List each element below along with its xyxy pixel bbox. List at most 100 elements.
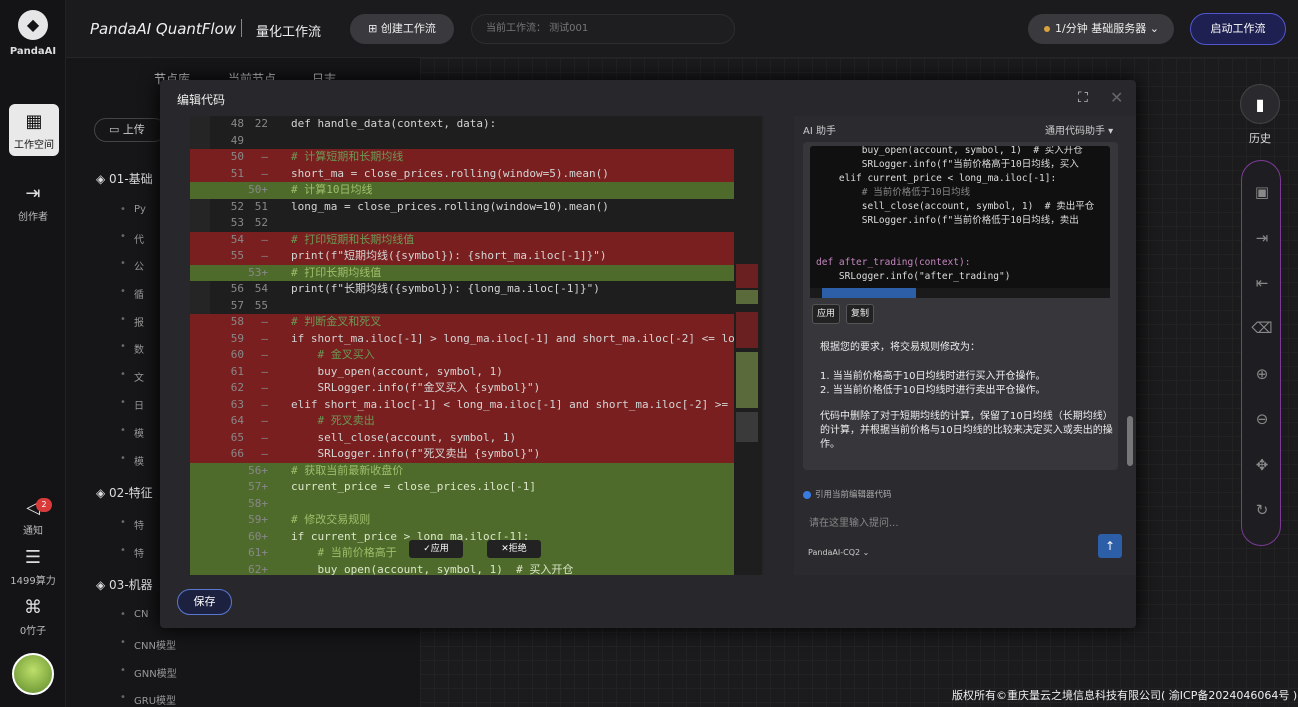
nav-notify[interactable]: ◁ 通知 [0,498,66,538]
current-workflow-field[interactable]: 当前工作流： 测试001 [471,14,735,44]
code-text: print(f"长期均线({symbol}): {long_ma.iloc[-1… [291,282,600,295]
line-number-new: 53+ [248,265,268,279]
bar-chart-icon: ▮ [1255,95,1265,114]
logo-text: PandaAI [9,46,57,57]
code-text: # 计算10日均线 [291,183,373,196]
reference-editor-toggle[interactable]: 引用当前编辑器代码 [803,488,892,500]
export-icon[interactable]: ⇥ [1242,229,1282,247]
zoom-in-icon[interactable]: ⊕ [1242,365,1282,383]
brand-title: PandaAI QuantFlow [90,20,237,38]
ai-code-line: SRLogger.info(f"当前价格高于10日均线，买入 [816,159,1079,170]
code-text: # 金叉买入 [291,348,375,361]
list-item[interactable]: 文 [120,369,144,384]
apply-code-button[interactable]: 应用 [812,304,840,324]
list-item[interactable]: GNN模型 [120,665,177,680]
line-number-new: — [261,414,268,427]
nav-bamboo[interactable]: ⌘ 0竹子 [0,598,66,638]
list-item[interactable]: 模 [120,453,144,468]
code-line-added: 61+ # 当前价格高于 [190,545,764,562]
nav-compute[interactable]: ☰ 1499算力 [0,548,66,588]
ai-code-line: # 当前价格低于10日均线 [816,187,971,198]
import-icon[interactable]: ⇤ [1242,274,1282,292]
code-line-deleted: 51 — short_ma = close_prices.rolling(windo… [190,165,764,182]
list-item[interactable]: 模 [120,425,144,440]
line-number-new: — [261,447,268,460]
notify-count-badge: 2 [36,498,52,512]
move-icon[interactable]: ✥ [1242,456,1282,474]
line-number-new: 50+ [248,183,268,196]
checkbox-icon [803,490,811,499]
maximize-icon[interactable]: ⛶ [1078,90,1088,106]
layers-icon: ◈ [96,486,110,500]
list-item[interactable]: GRU模型 [120,692,176,707]
list-item[interactable]: 日 [120,397,144,412]
history-label: 历史 [1249,132,1271,145]
list-item[interactable]: 特 [120,545,144,560]
line-number-new: — [261,150,268,163]
category-feature[interactable]: ◈ 02-特征 [96,484,153,501]
save-button[interactable]: 保存 [177,589,232,615]
trash-icon[interactable]: ⌫ [1242,319,1282,337]
top-header: PandaAI QuantFlow 量化工作流 ⊞ 创建工作流 当前工作流： 测… [66,0,1298,58]
code-line-deleted: 59 — if short_ma.iloc[-1] > long_ma.iloc[-… [190,330,764,347]
history-button[interactable]: ▮ [1240,84,1280,124]
editor-minimap[interactable] [734,116,762,575]
nav-workspace[interactable]: ▦ 工作空间 [9,104,59,156]
ai-panel-scrollbar[interactable] [1127,416,1133,466]
ai-question-input[interactable]: 请在这里输入提问... [809,514,899,529]
code-line-added: 59+ # 修改交易规则 [190,512,764,529]
list-item[interactable]: 报 [120,314,144,329]
code-line-added: 58+ [190,495,764,512]
ai-code-block[interactable]: buy_open(account, symbol, 1) # 买入开仓 SRLo… [810,146,1110,296]
list-item[interactable]: CNN模型 [120,637,176,652]
ai-code-line: sell_close(account, symbol, 1) # 卖出平仓 [816,201,1095,212]
list-item[interactable]: 数 [120,341,144,356]
line-number-old: 54 [230,232,244,246]
code-line-added: 57+ current_price = close_prices.iloc[-1] [190,479,764,496]
server-name: 基础服务器 [1091,22,1147,35]
user-avatar[interactable] [12,653,54,695]
upload-button[interactable]: ▭ 上传 [94,118,166,142]
send-button[interactable]: ↑ [1098,534,1122,558]
list-item[interactable]: 循 [120,286,144,301]
code-line-added: 60+ if current_price > long_ma.iloc[-1]: [190,528,764,545]
list-item[interactable]: 公 [120,258,144,273]
code-text: print(f"短期均线({symbol}): {short_ma.iloc[-… [291,249,607,262]
apply-change-button[interactable]: ✓应用 [409,540,463,558]
zoom-out-icon[interactable]: ⊖ [1242,410,1282,428]
create-workflow-button[interactable]: ⊞ 创建工作流 [350,14,454,44]
server-selector[interactable]: 1/分钟 基础服务器 ⌄ [1028,14,1174,44]
save-icon[interactable]: ▣ [1242,183,1282,201]
copy-code-button[interactable]: 复制 [846,304,874,324]
left-rail: ◆ PandaAI ▦ 工作空间 ⇥ 创作者 ◁ 通知 ☰ 1499算力 ⌘ 0… [0,0,66,707]
line-number-new: — [261,381,268,394]
ai-model-select[interactable]: PandaAI-CQ2 ⌄ [808,548,869,557]
start-workflow-button[interactable]: 启动工作流 [1190,13,1286,45]
line-number-new: 52 [254,216,268,229]
list-item[interactable]: 特 [120,517,144,532]
ai-mode-select[interactable]: 通用代码助手 ▾ [1045,122,1113,137]
line-number-old: 51 [230,166,244,180]
line-number-new: 54 [254,282,268,295]
ai-code-scroll-thumb[interactable] [822,288,916,298]
nav-creator-label: 创作者 [18,212,48,223]
nav-creator[interactable]: ⇥ 创作者 [0,184,66,224]
category-label: 03-机器 [109,578,153,592]
line-number-old: 60 [230,348,244,361]
line-number-new: — [261,364,268,378]
close-icon[interactable]: ✕ [1110,88,1123,107]
code-text: if short_ma.iloc[-1] > long_ma.iloc[-1] … [291,331,762,345]
code-text: # 打印短期和长期均线值 [291,232,415,246]
category-basic[interactable]: ◈ 01-基础 [96,170,153,187]
app-logo[interactable]: ◆ PandaAI [0,10,66,57]
list-item[interactable]: Py [120,204,146,215]
list-item[interactable]: 代 [120,231,144,246]
list-item[interactable]: CN [120,609,149,620]
category-ml[interactable]: ◈ 03-机器 [96,576,153,593]
reject-change-button[interactable]: ✕拒绝 [487,540,541,558]
minimap-viewport [736,412,758,442]
line-number-new: — [261,430,268,444]
brand-divider [241,19,242,37]
refresh-icon[interactable]: ↻ [1242,501,1282,519]
diff-code-editor[interactable]: 48 22 def handle_data(context, data): 49 50 —… [190,116,764,575]
